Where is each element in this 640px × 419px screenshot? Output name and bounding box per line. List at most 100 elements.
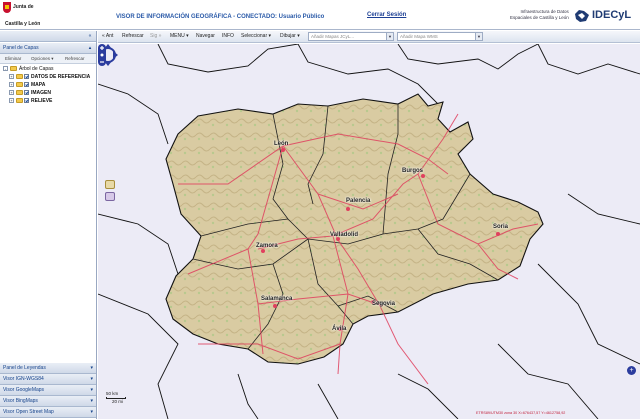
tree-item-label: RELIEVE — [31, 98, 53, 104]
collapse-sidebar-icon[interactable]: « — [87, 33, 93, 39]
folder-icon — [10, 66, 17, 71]
collapsed-panels: Panel de Leyendas ▾ Visor IGN-WGS84 ▾ Vi… — [0, 363, 96, 418]
tree-root-label: Árbol de Capas — [19, 66, 54, 72]
city-label-leon: León — [274, 141, 289, 147]
chevron-down-icon[interactable]: ▼ — [475, 33, 482, 40]
remove-layer-button[interactable]: Eliminar — [5, 56, 21, 61]
tree-item-label: DATOS DE REFERENCIA — [31, 74, 91, 80]
tree-item-label: MAPA — [31, 82, 46, 88]
expand-node-icon[interactable]: + — [9, 90, 14, 95]
folder-icon — [16, 90, 23, 95]
expand-panel-icon[interactable]: + — [627, 366, 636, 375]
chevron-up-icon[interactable]: ▴ — [87, 45, 93, 51]
jcyl-logo-line2: Castilla y León — [5, 21, 41, 27]
coordinate-readout: ETRS89/UTM30 zona 30 X=676437,57 Y=46127… — [476, 411, 566, 415]
previous-extent-button[interactable]: « Ant — [102, 33, 113, 39]
idecyl-subtitle: Infraestructura de Datos Espaciales de C… — [510, 9, 569, 21]
layers-panel-title: Panel de Capas — [3, 45, 39, 51]
tree-item-imagen[interactable]: + IMAGEN — [0, 89, 96, 97]
city-label-soria: Soria — [493, 224, 509, 230]
panel-ign-viewer[interactable]: Visor IGN-WGS84 ▾ — [0, 374, 96, 385]
refresh-button[interactable]: Refrescar — [122, 33, 144, 39]
draw-button[interactable]: Dibujar ▾ — [280, 33, 300, 39]
chevron-down-icon[interactable]: ▾ — [90, 409, 93, 415]
expand-node-icon[interactable]: + — [9, 98, 14, 103]
city-label-zamora: Zamora — [256, 243, 278, 249]
scale-bar-km: 50 km — [106, 391, 119, 396]
logout-link[interactable]: Cerrar Sesión — [367, 12, 406, 18]
folder-icon — [16, 98, 23, 103]
panel-legend-label: Panel de Leyendas — [3, 365, 46, 371]
panel-googlemaps-viewer-label: Visor GoogleMaps — [3, 387, 45, 393]
map-canvas[interactable]: León Burgos Palencia Soria Zamora Vallad… — [98, 44, 640, 419]
chevron-down-icon[interactable]: ▼ — [386, 33, 393, 40]
city-label-segovia: Segovia — [372, 301, 396, 307]
history-tool-icon[interactable] — [105, 180, 115, 189]
next-extent-button[interactable]: Sig » — [150, 33, 161, 39]
jcyl-maps-combo[interactable]: Añadir Mapas JCyL... ▼ — [308, 32, 394, 41]
menu-button[interactable]: MENU ▾ — [170, 33, 189, 39]
info-button[interactable]: INFO — [222, 33, 234, 39]
city-label-avila: Ávila — [332, 326, 347, 332]
tree-item-datos-referencia[interactable]: + DATOS DE REFERENCIA — [0, 73, 96, 81]
chevron-down-icon[interactable]: ▾ — [90, 365, 93, 371]
zoom-slider-handle — [100, 53, 104, 57]
expand-node-icon[interactable]: + — [9, 82, 14, 87]
jcyl-shield-icon — [3, 2, 11, 13]
collapse-node-icon[interactable]: - — [3, 66, 8, 71]
tree-root: - Árbol de Capas — [0, 65, 96, 73]
scale-bar-mi: 20 mi — [112, 399, 124, 404]
navigate-button[interactable]: Navegar — [196, 33, 215, 39]
app-header: Junta de Castilla y León VISOR DE INFORM… — [0, 0, 640, 30]
city-label-valladolid: Valladolid — [330, 232, 359, 238]
chevron-down-icon[interactable]: ▾ — [90, 398, 93, 404]
chevron-down-icon[interactable]: ▾ — [90, 387, 93, 393]
layers-panel-header[interactable]: Panel de Capas ▴ — [0, 43, 96, 54]
app-root: Junta de Castilla y León VISOR DE INFORM… — [0, 0, 640, 419]
jcyl-maps-combo-placeholder: Añadir Mapas JCyL... — [311, 34, 355, 39]
folder-icon — [16, 74, 23, 79]
jcyl-logo-line1: Junta de — [13, 4, 34, 10]
sidebar-collapse-bar: « — [0, 31, 96, 42]
wms-maps-combo-placeholder: Añadir Mapa WMS — [400, 34, 438, 39]
castilla-y-leon-region — [165, 93, 544, 365]
scale-bar: 50 km 20 mi — [106, 391, 128, 405]
map-toolbar: « Ant Refrescar Sig » MENU ▾ Navegar INF… — [98, 31, 640, 43]
idecyl-line2: Espaciales de Castilla y León — [510, 15, 569, 20]
tree-item-mapa[interactable]: + MAPA — [0, 81, 96, 89]
pan-right-icon — [113, 51, 118, 59]
zoom-control[interactable] — [98, 44, 106, 66]
tree-item-relieve[interactable]: + RELIEVE — [0, 97, 96, 105]
select-button[interactable]: Seleccionar ▾ — [241, 33, 271, 39]
idecyl-logo: IDECyL — [574, 8, 636, 24]
map-graphics — [98, 44, 640, 419]
layer-checkbox[interactable] — [24, 98, 29, 103]
page-title: VISOR DE INFORMACIÓN GEOGRÁFICA - CONECT… — [116, 14, 325, 20]
panel-legend[interactable]: Panel de Leyendas ▾ — [0, 363, 96, 374]
wms-maps-combo[interactable]: Añadir Mapa WMS ▼ — [397, 32, 483, 41]
tree-item-label: IMAGEN — [31, 90, 51, 96]
city-label-burgos: Burgos — [402, 168, 423, 174]
options-button[interactable]: Opciones ▾ — [31, 56, 54, 62]
layer-tree: - Árbol de Capas + DATOS DE REFERENCIA +… — [0, 65, 96, 105]
overview-tool-icon[interactable] — [105, 192, 115, 201]
panel-osm-viewer[interactable]: Visor Open Street Map ▾ — [0, 407, 96, 418]
layers-toolbar: Eliminar Opciones ▾ Refrescar — [0, 54, 96, 64]
layer-checkbox[interactable] — [24, 90, 29, 95]
expand-node-icon[interactable]: + — [9, 74, 14, 79]
panel-bingmaps-viewer[interactable]: Visor BingMaps ▾ — [0, 396, 96, 407]
layer-checkbox[interactable] — [24, 74, 29, 79]
panel-googlemaps-viewer[interactable]: Visor GoogleMaps ▾ — [0, 385, 96, 396]
layers-sidebar: « Panel de Capas ▴ Eliminar Opciones ▾ R… — [0, 31, 97, 419]
idecyl-map-icon — [575, 10, 589, 22]
folder-icon — [16, 82, 23, 87]
idecyl-wordmark: IDECyL — [592, 9, 632, 21]
refresh-layers-button[interactable]: Refrescar — [65, 56, 85, 61]
city-label-salamanca: Salamanca — [261, 296, 293, 302]
city-label-palencia: Palencia — [346, 198, 371, 204]
layer-checkbox[interactable] — [24, 82, 29, 87]
panel-bingmaps-viewer-label: Visor BingMaps — [3, 398, 38, 404]
chevron-down-icon[interactable]: ▾ — [90, 376, 93, 382]
panel-ign-viewer-label: Visor IGN-WGS84 — [3, 376, 44, 382]
panel-osm-viewer-label: Visor Open Street Map — [3, 409, 54, 415]
